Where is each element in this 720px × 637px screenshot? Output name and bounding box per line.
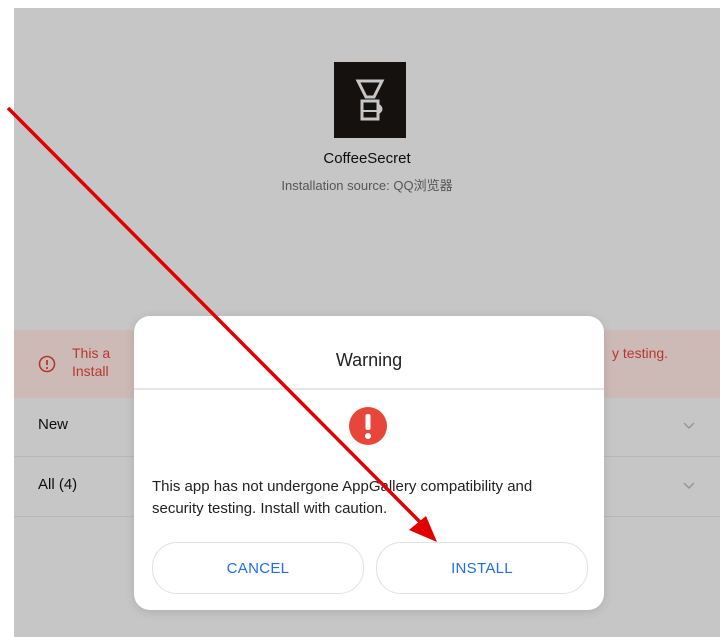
dialog-divider [134,388,604,390]
dialog-title: Warning [335,350,403,370]
exclamation-icon [349,407,387,445]
warning-dialog: Warning This app has not undergone AppGa… [134,316,604,610]
dialog-message: This app has not undergone AppGallery co… [152,478,533,517]
cancel-button[interactable]: CANCEL [152,542,364,594]
install-button[interactable]: INSTALL [376,542,588,594]
installer-screen: CoffeeSecret Installation source: QQ浏览器 … [14,8,720,637]
